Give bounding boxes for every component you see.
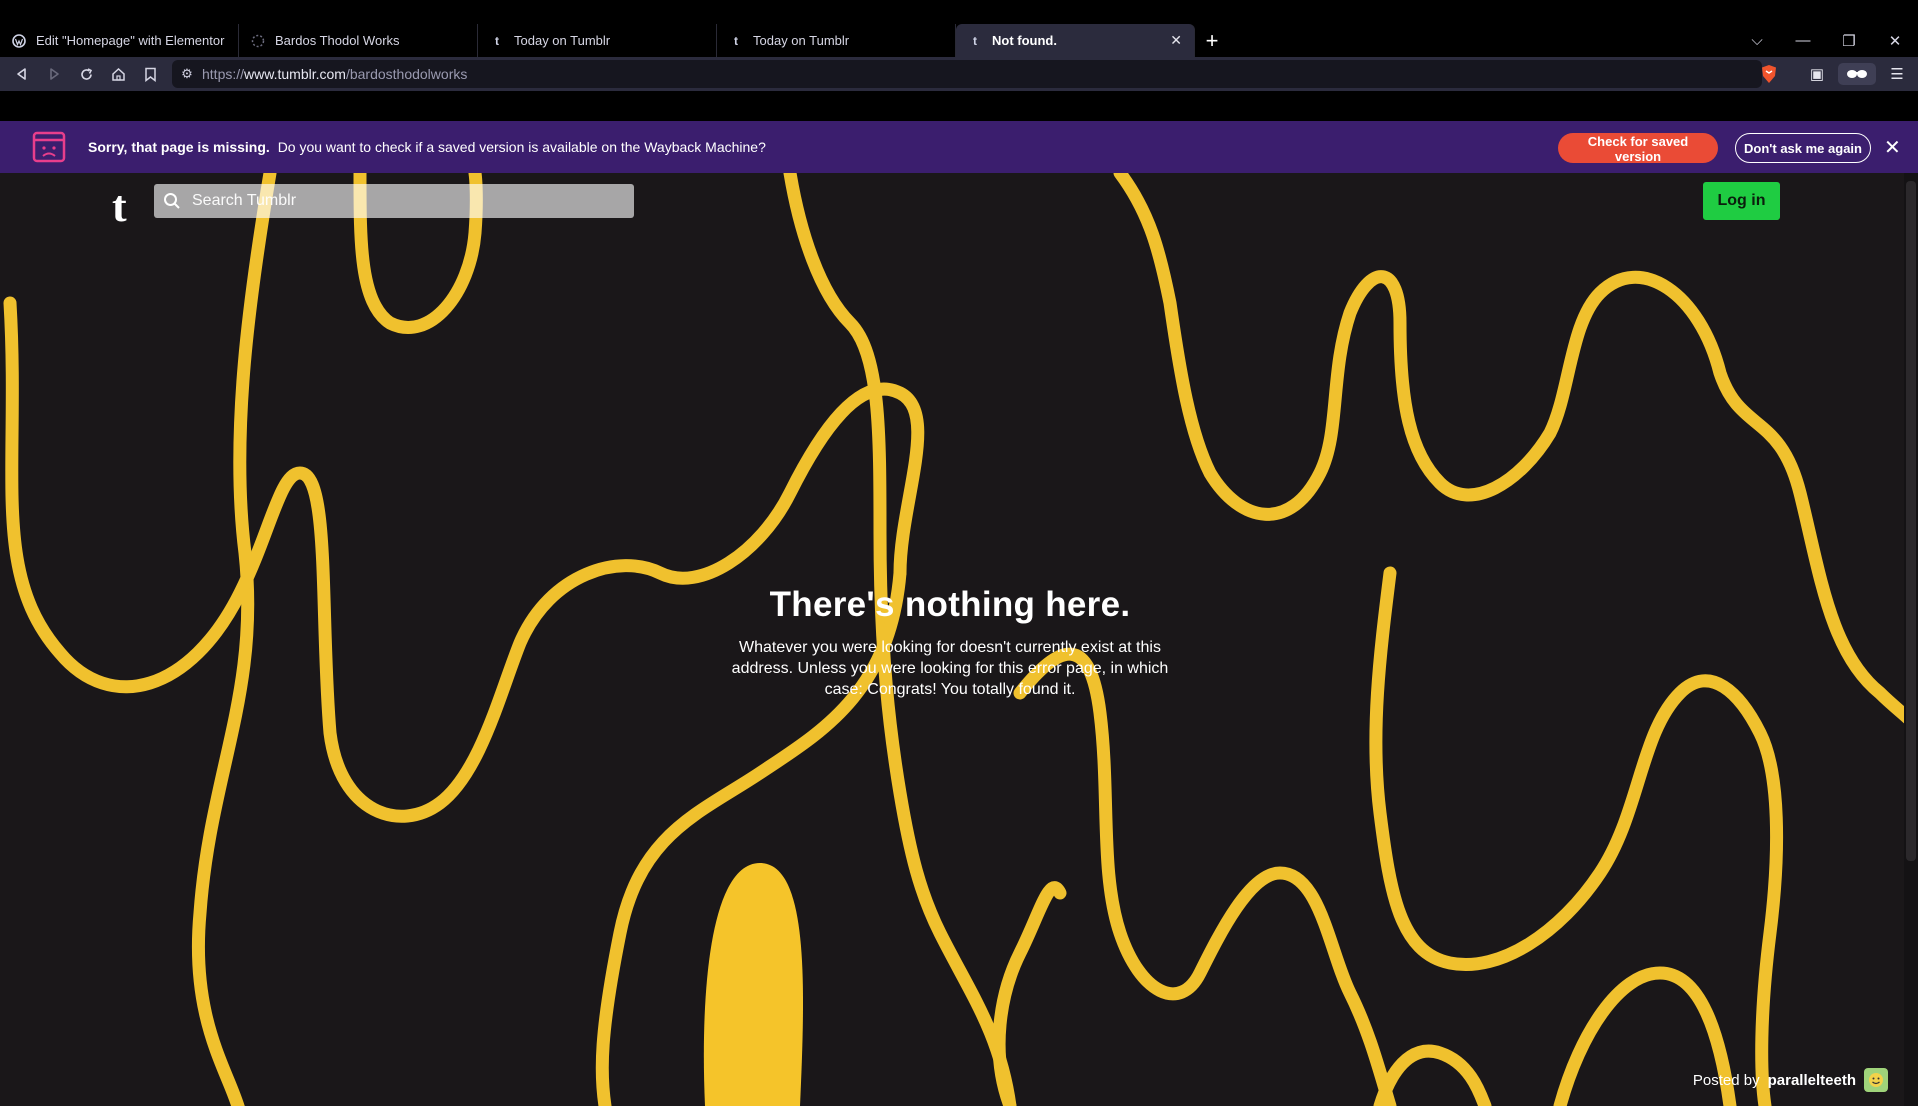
loading-icon [251,34,265,48]
tab-not-found[interactable]: t Not found. ✕ [956,24,1195,57]
back-icon[interactable] [6,59,38,89]
tumblr-icon: t [495,33,499,48]
bookmark-icon[interactable] [134,59,166,89]
close-window-icon[interactable]: ✕ [1872,32,1918,50]
login-button[interactable]: Log in [1703,182,1780,220]
tab-title: Not found. [992,33,1057,48]
tumblr-logo[interactable]: t [112,185,127,229]
scrollbar[interactable] [1904,173,1918,1106]
brave-shields-icon[interactable] [1758,63,1780,85]
tab-bardos[interactable]: Bardos Thodol Works [239,24,478,57]
tumblr-page: t Log in There's nothing here. Whatever … [0,173,1918,1106]
browser-toolbar: ⚙ https://www.tumblr.com/bardosthodolwor… [0,57,1918,91]
wordpress-icon [12,33,26,48]
menu-icon[interactable]: ☰ [1882,65,1912,83]
tab-today-tumblr-2[interactable]: t Today on Tumblr [717,24,956,57]
tab-title: Edit "Homepage" with Elementor [36,33,225,48]
address-bar[interactable]: ⚙ https://www.tumblr.com/bardosthodolwor… [172,60,1762,88]
site-settings-icon[interactable]: ⚙ [172,66,202,82]
banner-message: Sorry, that page is missing. Do you want… [88,139,766,155]
error-message: There's nothing here. Whatever you were … [700,585,1200,700]
page-heading: There's nothing here. [769,585,1131,624]
search-icon [154,192,190,210]
home-icon[interactable] [102,59,134,89]
posted-by[interactable]: Posted by parallelteeth [1693,1068,1888,1092]
wayback-banner: Sorry, that page is missing. Do you want… [0,121,1918,173]
posted-by-label: Posted by [1692,1071,1760,1089]
tab-list-chevron-icon[interactable]: ⌵ [1734,32,1780,49]
tab-today-tumblr-1[interactable]: t Today on Tumblr [478,24,717,57]
window-controls: ⌵ — ❐ ✕ [1734,24,1918,57]
dont-ask-again-button[interactable]: Don't ask me again [1735,133,1871,163]
bookmarks-strip [0,91,1918,121]
new-tab-button[interactable]: + [1195,24,1229,57]
title-strip [0,0,1918,24]
tab-title: Today on Tumblr [753,33,850,48]
wallet-icon[interactable] [1838,63,1876,85]
url-text: https://www.tumblr.com/bardosthodolworks [202,66,468,82]
restore-icon[interactable]: ❐ [1826,32,1872,50]
search-input[interactable] [190,191,614,211]
error-description: Whatever you were looking for doesn't cu… [731,639,1169,698]
tab-elementor[interactable]: Edit "Homepage" with Elementor [0,24,239,57]
sad-page-icon [32,131,66,163]
reload-icon[interactable] [70,59,102,89]
close-banner-icon[interactable]: ✕ [1884,135,1901,160]
check-saved-version-button[interactable]: Check for saved version [1558,133,1718,164]
tab-bar: Edit "Homepage" with Elementor Bardos Th… [0,24,1918,57]
sidebar-icon[interactable]: ▣ [1802,65,1832,83]
avatar[interactable] [1864,1068,1888,1092]
close-tab-icon[interactable]: ✕ [1170,32,1182,49]
toolbar-right: ▣ ☰ [1802,57,1918,91]
tumblr-icon: t [734,33,738,48]
tab-title: Today on Tumblr [514,33,611,48]
scrollbar-thumb[interactable] [1906,181,1916,861]
tumblr-icon: t [973,33,977,48]
minimize-icon[interactable]: — [1780,32,1826,49]
search-bar[interactable] [154,184,634,218]
posted-by-username[interactable]: parallelteeth [1768,1072,1856,1089]
forward-icon[interactable] [38,59,70,89]
tab-title: Bardos Thodol Works [275,33,400,48]
